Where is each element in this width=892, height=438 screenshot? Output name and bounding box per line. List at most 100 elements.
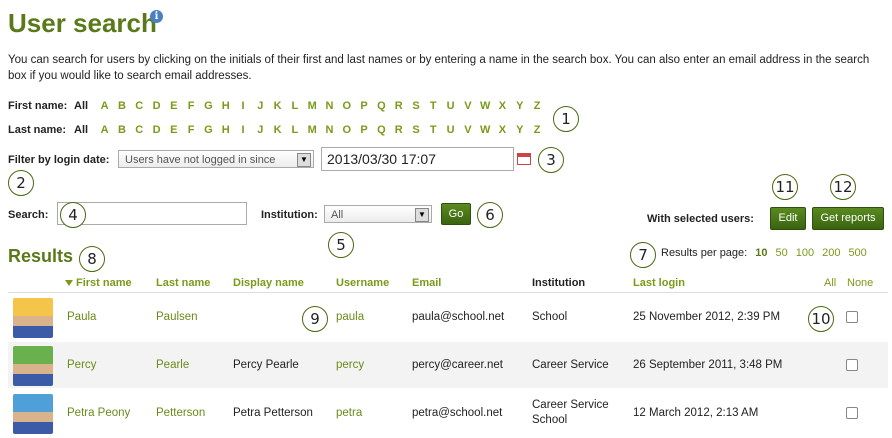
- last-name-letter-n[interactable]: N: [321, 124, 338, 136]
- first-name-letter-y[interactable]: Y: [511, 100, 528, 112]
- go-button[interactable]: Go: [441, 203, 471, 225]
- username-link[interactable]: paula: [336, 310, 364, 325]
- first-name-letter-t[interactable]: T: [425, 100, 442, 112]
- first-name-letter-k[interactable]: K: [269, 100, 286, 112]
- last-name-letter-r[interactable]: R: [390, 124, 407, 136]
- last-name-letter-b[interactable]: B: [113, 124, 130, 136]
- last-name-letter-t[interactable]: T: [425, 124, 442, 136]
- first-name-letter-r[interactable]: R: [390, 100, 407, 112]
- row-checkbox[interactable]: [846, 407, 858, 419]
- username-link[interactable]: percy: [336, 358, 364, 373]
- first-name-letter-s[interactable]: S: [407, 100, 424, 112]
- callout-7: 7: [630, 242, 656, 268]
- first-name-letter-g[interactable]: G: [200, 100, 217, 112]
- get-reports-button[interactable]: Get reports: [812, 207, 884, 230]
- first-name-letter-n[interactable]: N: [321, 100, 338, 112]
- first-name-letter-e[interactable]: E: [165, 100, 182, 112]
- first-name-letter-v[interactable]: V: [459, 100, 476, 112]
- last-name-link[interactable]: Paulsen: [156, 310, 198, 325]
- first-name-link[interactable]: Percy: [67, 358, 96, 373]
- col-email[interactable]: Email: [412, 277, 441, 289]
- last-name-letter-k[interactable]: K: [269, 124, 286, 136]
- edit-button[interactable]: Edit: [770, 207, 806, 230]
- table-row: Percy Pearle Percy Pearle percy percy@career…: [8, 342, 888, 388]
- last-name-link[interactable]: Pearle: [156, 358, 189, 373]
- calendar-icon[interactable]: [517, 153, 531, 165]
- last-login-cell: 26 September 2011, 3:48 PM: [633, 359, 783, 371]
- last-name-letter-x[interactable]: X: [494, 124, 511, 136]
- first-name-letter-c[interactable]: C: [131, 100, 148, 112]
- first-name-all[interactable]: All: [74, 100, 96, 112]
- last-name-label: Last name:: [8, 124, 67, 136]
- first-name-letter-d[interactable]: D: [148, 100, 165, 112]
- col-last-login[interactable]: Last login: [633, 277, 685, 289]
- first-name-letter-u[interactable]: U: [442, 100, 459, 112]
- results-title: Results: [8, 246, 74, 266]
- row-checkbox[interactable]: [846, 311, 858, 323]
- last-name-letter-j[interactable]: J: [252, 124, 269, 136]
- header-divider: [8, 292, 888, 293]
- last-name-letter-c[interactable]: C: [131, 124, 148, 136]
- last-name-letter-d[interactable]: D: [148, 124, 165, 136]
- last-name-letter-o[interactable]: O: [338, 124, 355, 136]
- institution-cell: Career Service School: [532, 399, 609, 426]
- last-name-link[interactable]: Petterson: [156, 406, 205, 421]
- institution-select[interactable]: All ▼: [324, 205, 432, 223]
- first-name-letter-x[interactable]: X: [494, 100, 511, 112]
- login-filter-select[interactable]: Users have not logged in since ▼: [118, 150, 314, 168]
- login-date-input[interactable]: 2013/03/30 17:07: [321, 147, 514, 171]
- per-page-option-200[interactable]: 200: [822, 247, 840, 259]
- first-name-letter-h[interactable]: H: [217, 100, 234, 112]
- first-name-link[interactable]: Petra Peony: [67, 406, 130, 421]
- last-name-letter-u[interactable]: U: [442, 124, 459, 136]
- last-name-letter-m[interactable]: M: [304, 124, 321, 136]
- row-checkbox[interactable]: [846, 359, 858, 371]
- select-none-link[interactable]: None: [847, 277, 873, 289]
- per-page-option-500[interactable]: 500: [848, 247, 866, 259]
- last-name-letter-i[interactable]: I: [234, 124, 251, 136]
- first-name-letter-f[interactable]: F: [182, 100, 199, 112]
- first-name-link[interactable]: Paula: [67, 310, 96, 325]
- last-name-letter-e[interactable]: E: [165, 124, 182, 136]
- avatar[interactable]: [13, 298, 53, 338]
- first-name-letter-p[interactable]: P: [355, 100, 372, 112]
- col-display-name[interactable]: Display name: [233, 277, 304, 289]
- col-username[interactable]: Username: [336, 277, 389, 289]
- first-name-letter-m[interactable]: M: [304, 100, 321, 112]
- username-link[interactable]: petra: [336, 406, 362, 421]
- first-name-letter-l[interactable]: L: [286, 100, 303, 112]
- last-name-letter-z[interactable]: Z: [528, 124, 545, 136]
- last-name-all[interactable]: All: [74, 124, 96, 136]
- first-name-letter-a[interactable]: A: [96, 100, 113, 112]
- col-last-name[interactable]: Last name: [156, 277, 210, 289]
- last-name-letter-w[interactable]: W: [477, 124, 494, 136]
- last-name-letter-q[interactable]: Q: [373, 124, 390, 136]
- last-name-letter-v[interactable]: V: [459, 124, 476, 136]
- last-name-letter-l[interactable]: L: [286, 124, 303, 136]
- avatar[interactable]: [13, 346, 53, 386]
- last-name-letter-p[interactable]: P: [355, 124, 372, 136]
- last-name-letter-h[interactable]: H: [217, 124, 234, 136]
- last-name-letter-g[interactable]: G: [200, 124, 217, 136]
- email-cell: petra@school.net: [412, 407, 503, 419]
- per-page-option-50[interactable]: 50: [775, 247, 787, 259]
- per-page-option-100[interactable]: 100: [796, 247, 814, 259]
- callout-5: 5: [328, 232, 354, 258]
- first-name-letter-i[interactable]: I: [234, 100, 251, 112]
- first-name-letter-o[interactable]: O: [338, 100, 355, 112]
- first-name-letter-w[interactable]: W: [477, 100, 494, 112]
- info-icon[interactable]: i: [150, 10, 163, 23]
- last-name-letter-f[interactable]: F: [182, 124, 199, 136]
- col-first-name[interactable]: First name: [76, 277, 132, 289]
- last-name-letter-s[interactable]: S: [407, 124, 424, 136]
- select-all-link[interactable]: All: [824, 277, 836, 289]
- first-name-letter-b[interactable]: B: [113, 100, 130, 112]
- last-name-letter-a[interactable]: A: [96, 124, 113, 136]
- last-name-letter-y[interactable]: Y: [511, 124, 528, 136]
- first-name-letter-q[interactable]: Q: [373, 100, 390, 112]
- first-name-letter-j[interactable]: J: [252, 100, 269, 112]
- filter-label: Filter by login date:: [8, 154, 110, 166]
- first-name-letter-z[interactable]: Z: [528, 100, 545, 112]
- per-page-option-10[interactable]: 10: [755, 247, 767, 259]
- avatar[interactable]: [13, 394, 53, 434]
